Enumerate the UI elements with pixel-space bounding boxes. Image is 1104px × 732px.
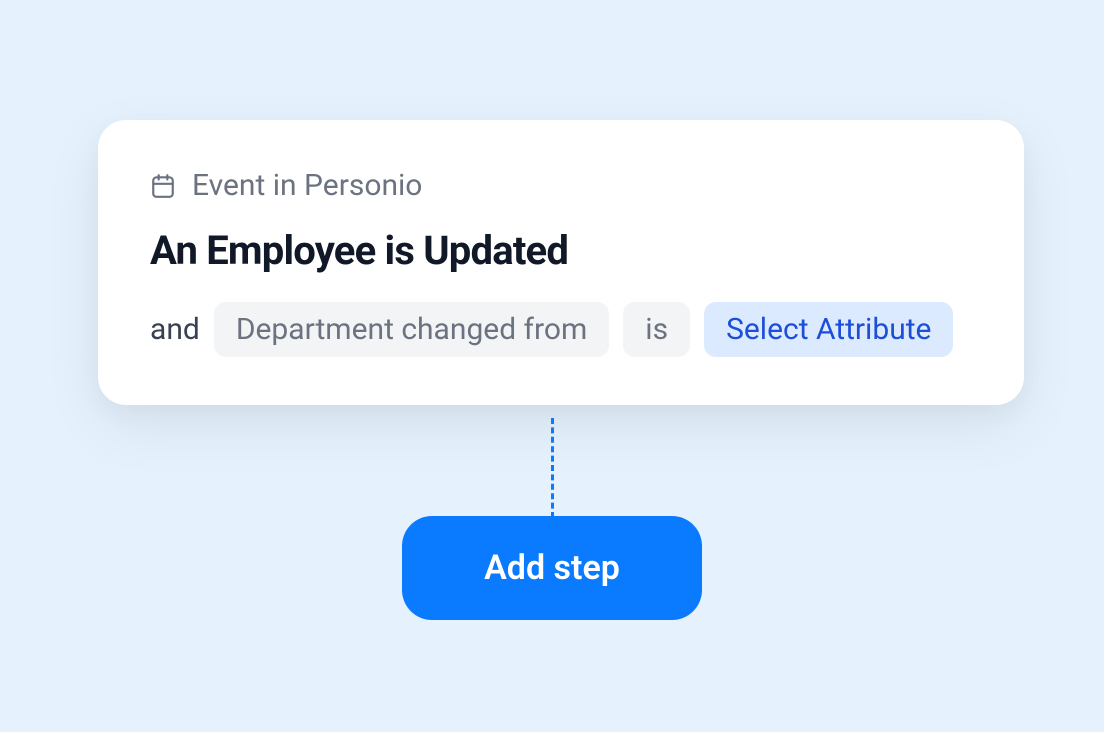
connector-line — [551, 418, 554, 518]
header-label: Event in Personio — [192, 168, 422, 203]
value-pill[interactable]: Select Attribute — [704, 302, 953, 357]
condition-row: and Department changed from is Select At… — [150, 302, 972, 357]
calendar-icon — [150, 173, 176, 199]
attribute-pill[interactable]: Department changed from — [214, 302, 609, 357]
card-header: Event in Personio — [150, 168, 972, 203]
add-step-button[interactable]: Add step — [402, 516, 702, 620]
event-title: An Employee is Updated — [150, 227, 972, 274]
condition-prefix: and — [150, 312, 200, 347]
operator-pill[interactable]: is — [623, 302, 690, 357]
event-card: Event in Personio An Employee is Updated… — [98, 120, 1024, 405]
